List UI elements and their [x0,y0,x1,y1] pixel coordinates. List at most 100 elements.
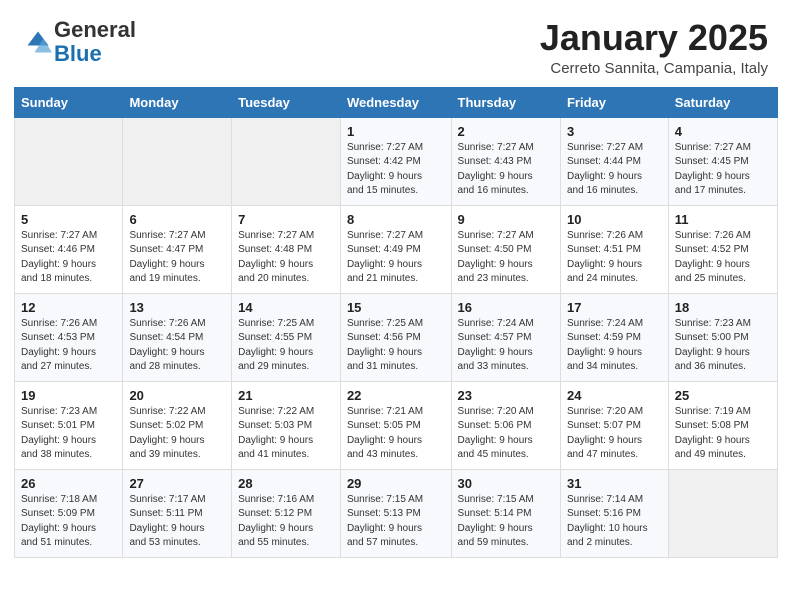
day-number: 26 [21,476,116,491]
location: Cerreto Sannita, Campania, Italy [540,60,768,77]
day-info: Sunrise: 7:23 AM Sunset: 5:01 PM Dayligh… [21,405,116,463]
day-info: Sunrise: 7:27 AM Sunset: 4:50 PM Dayligh… [458,229,554,287]
day-info: Sunrise: 7:27 AM Sunset: 4:45 PM Dayligh… [675,141,771,199]
day-number: 21 [238,388,334,403]
calendar-cell [15,117,123,205]
calendar-cell: 3 Sunrise: 7:27 AM Sunset: 4:44 PM Daylig… [560,117,668,205]
calendar-cell: 11 Sunrise: 7:26 AM Sunset: 4:52 PM Dayli… [668,205,777,293]
day-number: 16 [458,300,554,315]
day-info: Sunrise: 7:20 AM Sunset: 5:06 PM Dayligh… [458,405,554,463]
calendar-table: SundayMondayTuesdayWednesdayThursdayFrid… [14,87,778,558]
day-number: 11 [675,212,771,227]
weekday-header-friday: Friday [560,87,668,117]
day-number: 24 [567,388,662,403]
calendar-cell: 12Sunrise: 7:26 AM Sunset: 4:53 PM Dayli… [15,293,123,381]
day-number: 18 [675,300,771,315]
calendar-cell: 7Sunrise: 7:27 AM Sunset: 4:48 PM Daylig… [232,205,341,293]
day-number: 23 [458,388,554,403]
calendar-cell: 4 Sunrise: 7:27 AM Sunset: 4:45 PM Daylig… [668,117,777,205]
day-info: Sunrise: 7:27 AM Sunset: 4:47 PM Dayligh… [129,229,225,287]
calendar-cell: 17Sunrise: 7:24 AM Sunset: 4:59 PM Dayli… [560,293,668,381]
day-info: Sunrise: 7:27 AM Sunset: 4:44 PM Dayligh… [567,141,662,199]
day-number: 3 [567,124,662,139]
day-number: 9 [458,212,554,227]
day-number: 17 [567,300,662,315]
day-info: Sunrise: 7:16 AM Sunset: 5:12 PM Dayligh… [238,493,334,551]
week-row-3: 12Sunrise: 7:26 AM Sunset: 4:53 PM Dayli… [15,293,778,381]
day-info: Sunrise: 7:26 AM Sunset: 4:54 PM Dayligh… [129,317,225,375]
day-number: 13 [129,300,225,315]
day-info: Sunrise: 7:25 AM Sunset: 4:55 PM Dayligh… [238,317,334,375]
week-row-5: 26 Sunrise: 7:18 AM Sunset: 5:09 PM Dayli… [15,469,778,557]
calendar-wrapper: SundayMondayTuesdayWednesdayThursdayFrid… [0,87,792,572]
day-number: 6 [129,212,225,227]
calendar-cell: 8 Sunrise: 7:27 AM Sunset: 4:49 PM Daylig… [340,205,451,293]
weekday-header-wednesday: Wednesday [340,87,451,117]
day-info: Sunrise: 7:26 AM Sunset: 4:53 PM Dayligh… [21,317,116,375]
calendar-cell [232,117,341,205]
day-info: Sunrise: 7:24 AM Sunset: 4:57 PM Dayligh… [458,317,554,375]
day-number: 4 [675,124,771,139]
logo-icon [24,28,52,56]
calendar-body: 1Sunrise: 7:27 AM Sunset: 4:42 PM Daylig… [15,117,778,557]
calendar-header: SundayMondayTuesdayWednesdayThursdayFrid… [15,87,778,117]
calendar-cell: 26 Sunrise: 7:18 AM Sunset: 5:09 PM Dayli… [15,469,123,557]
calendar-cell: 14 Sunrise: 7:25 AM Sunset: 4:55 PM Dayli… [232,293,341,381]
calendar-cell: 16 Sunrise: 7:24 AM Sunset: 4:57 PM Dayli… [451,293,560,381]
day-number: 29 [347,476,445,491]
day-info: Sunrise: 7:25 AM Sunset: 4:56 PM Dayligh… [347,317,445,375]
day-info: Sunrise: 7:15 AM Sunset: 5:13 PM Dayligh… [347,493,445,551]
weekday-header-sunday: Sunday [15,87,123,117]
weekday-header-saturday: Saturday [668,87,777,117]
weekday-header-thursday: Thursday [451,87,560,117]
calendar-cell: 5Sunrise: 7:27 AM Sunset: 4:46 PM Daylig… [15,205,123,293]
day-number: 27 [129,476,225,491]
weekday-header-row: SundayMondayTuesdayWednesdayThursdayFrid… [15,87,778,117]
title-section: January 2025 Cerreto Sannita, Campania, … [540,18,768,77]
calendar-cell: 10 Sunrise: 7:26 AM Sunset: 4:51 PM Dayli… [560,205,668,293]
day-number: 8 [347,212,445,227]
day-info: Sunrise: 7:27 AM Sunset: 4:49 PM Dayligh… [347,229,445,287]
calendar-cell [668,469,777,557]
day-number: 10 [567,212,662,227]
day-number: 14 [238,300,334,315]
calendar-cell: 15 Sunrise: 7:25 AM Sunset: 4:56 PM Dayli… [340,293,451,381]
week-row-4: 19 Sunrise: 7:23 AM Sunset: 5:01 PM Dayli… [15,381,778,469]
calendar-cell: 23 Sunrise: 7:20 AM Sunset: 5:06 PM Dayli… [451,381,560,469]
month-title: January 2025 [540,18,768,58]
day-info: Sunrise: 7:26 AM Sunset: 4:51 PM Dayligh… [567,229,662,287]
day-info: Sunrise: 7:17 AM Sunset: 5:11 PM Dayligh… [129,493,225,551]
calendar-cell: 19 Sunrise: 7:23 AM Sunset: 5:01 PM Dayli… [15,381,123,469]
day-info: Sunrise: 7:27 AM Sunset: 4:48 PM Dayligh… [238,229,334,287]
day-number: 20 [129,388,225,403]
day-number: 30 [458,476,554,491]
logo-general: General [54,17,136,42]
day-info: Sunrise: 7:22 AM Sunset: 5:02 PM Dayligh… [129,405,225,463]
calendar-cell: 27 Sunrise: 7:17 AM Sunset: 5:11 PM Dayli… [123,469,232,557]
logo: General Blue [24,18,136,66]
day-number: 2 [458,124,554,139]
day-info: Sunrise: 7:18 AM Sunset: 5:09 PM Dayligh… [21,493,116,551]
calendar-cell: 29 Sunrise: 7:15 AM Sunset: 5:13 PM Dayli… [340,469,451,557]
calendar-cell: 28Sunrise: 7:16 AM Sunset: 5:12 PM Dayli… [232,469,341,557]
calendar-cell: 18 Sunrise: 7:23 AM Sunset: 5:00 PM Dayli… [668,293,777,381]
day-info: Sunrise: 7:22 AM Sunset: 5:03 PM Dayligh… [238,405,334,463]
calendar-cell: 9 Sunrise: 7:27 AM Sunset: 4:50 PM Daylig… [451,205,560,293]
calendar-cell: 22Sunrise: 7:21 AM Sunset: 5:05 PM Dayli… [340,381,451,469]
header: General Blue January 2025 Cerreto Sannit… [0,0,792,87]
calendar-cell: 30Sunrise: 7:15 AM Sunset: 5:14 PM Dayli… [451,469,560,557]
calendar-cell [123,117,232,205]
day-info: Sunrise: 7:26 AM Sunset: 4:52 PM Dayligh… [675,229,771,287]
calendar-cell: 1Sunrise: 7:27 AM Sunset: 4:42 PM Daylig… [340,117,451,205]
logo-text: General Blue [54,18,136,66]
weekday-header-monday: Monday [123,87,232,117]
calendar-cell: 24 Sunrise: 7:20 AM Sunset: 5:07 PM Dayli… [560,381,668,469]
day-number: 1 [347,124,445,139]
day-info: Sunrise: 7:27 AM Sunset: 4:43 PM Dayligh… [458,141,554,199]
day-info: Sunrise: 7:20 AM Sunset: 5:07 PM Dayligh… [567,405,662,463]
day-number: 19 [21,388,116,403]
day-number: 15 [347,300,445,315]
day-number: 25 [675,388,771,403]
day-info: Sunrise: 7:23 AM Sunset: 5:00 PM Dayligh… [675,317,771,375]
calendar-cell: 6 Sunrise: 7:27 AM Sunset: 4:47 PM Daylig… [123,205,232,293]
